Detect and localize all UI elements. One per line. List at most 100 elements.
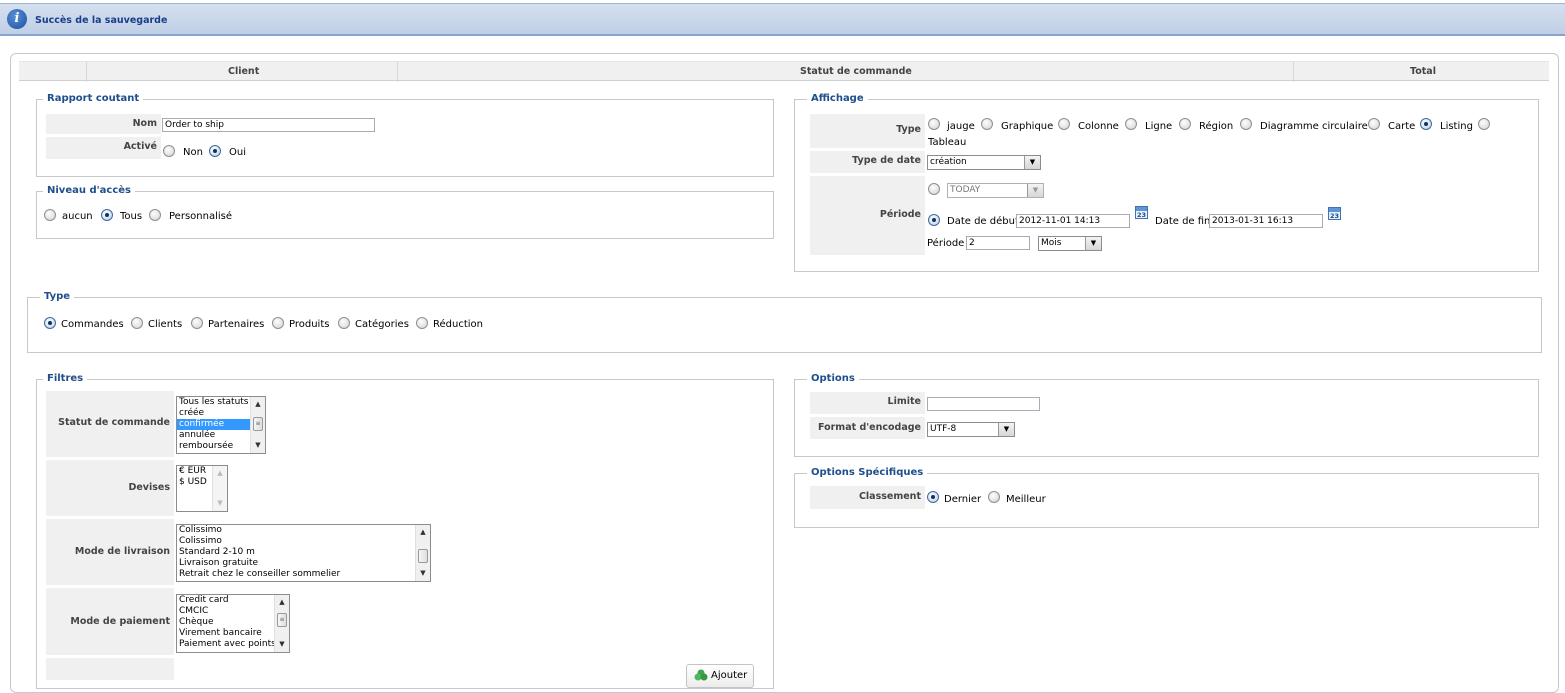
active-oui-radio[interactable] bbox=[209, 145, 221, 157]
banner-message: Succès de la sauvegarde bbox=[35, 15, 168, 26]
type-commandes-label: Commandes bbox=[61, 319, 124, 330]
paiement-option[interactable]: Paiement avec points bbox=[177, 639, 289, 650]
paiement-option[interactable]: CMCIC bbox=[177, 606, 289, 617]
today-value: TODAY bbox=[950, 185, 981, 195]
scroll-thumb[interactable] bbox=[418, 549, 428, 563]
scroll-down-icon[interactable]: ▼ bbox=[275, 639, 289, 650]
column-client[interactable]: Client bbox=[228, 66, 259, 77]
scroll-up-icon[interactable]: ▲ bbox=[275, 597, 289, 608]
chevron-down-icon: ▼ bbox=[1085, 237, 1101, 250]
paiement-listbox[interactable]: Credit card CMCIC Chèque Virement bancai… bbox=[176, 594, 290, 653]
livraison-option[interactable]: Retrait chez le conseiller sommelier bbox=[177, 569, 430, 580]
periode-today-radio[interactable] bbox=[928, 183, 940, 195]
nom-label: Nom bbox=[46, 114, 161, 135]
type-categories-label: Catégories bbox=[355, 319, 409, 330]
statut-listbox[interactable]: Tous les statuts créée confirmée annulée… bbox=[176, 396, 266, 454]
statut-option-selected[interactable]: confirmée bbox=[177, 419, 250, 430]
type-colonne-label: Colonne bbox=[1078, 121, 1119, 132]
paiement-scrollbar[interactable]: ▲ ≡ ▼ bbox=[274, 595, 289, 652]
calendar-icon[interactable]: 23 bbox=[1135, 206, 1148, 219]
scroll-down-icon[interactable]: ▼ bbox=[416, 568, 430, 579]
type-tableau-radio[interactable] bbox=[1478, 118, 1490, 130]
type-clients-radio[interactable] bbox=[131, 317, 143, 329]
today-select[interactable]: TODAY ▼ bbox=[947, 183, 1044, 198]
legend-affichage: Affichage bbox=[807, 93, 868, 105]
encodage-select[interactable]: UTF-8 ▼ bbox=[927, 422, 1015, 437]
acces-personnalise-radio[interactable] bbox=[149, 209, 161, 221]
legend-options: Options bbox=[807, 373, 859, 385]
type-region-radio[interactable] bbox=[1179, 118, 1191, 130]
type-graphique-label: Graphique bbox=[1001, 121, 1054, 132]
periode-label: Période bbox=[810, 176, 925, 256]
type-graphique-radio[interactable] bbox=[981, 118, 993, 130]
calendar-icon[interactable]: 23 bbox=[1328, 207, 1341, 220]
scroll-down-icon[interactable]: ▼ bbox=[251, 440, 265, 451]
scroll-up-icon[interactable]: ▲ bbox=[213, 468, 227, 479]
nom-input[interactable]: Order to ship bbox=[162, 118, 375, 132]
livraison-option[interactable]: Colissimo bbox=[177, 525, 430, 536]
type-partenaires-radio[interactable] bbox=[191, 317, 203, 329]
paiement-option[interactable]: Chèque bbox=[177, 617, 289, 628]
classement-dernier-label: Dernier bbox=[944, 494, 982, 505]
type-date-value: création bbox=[930, 157, 967, 167]
periode-dates-radio[interactable] bbox=[928, 214, 940, 226]
column-separator bbox=[86, 62, 87, 82]
type-diagramme-radio[interactable] bbox=[1240, 118, 1252, 130]
type-date-select[interactable]: création ▼ bbox=[927, 155, 1041, 170]
acces-tous-radio[interactable] bbox=[101, 209, 113, 221]
acces-aucun-label: aucun bbox=[62, 211, 93, 222]
type-reduction-radio[interactable] bbox=[416, 317, 428, 329]
livraison-option[interactable]: Colissimo bbox=[177, 536, 430, 547]
info-icon: i bbox=[7, 9, 27, 29]
scroll-thumb[interactable]: ≡ bbox=[277, 613, 287, 627]
success-banner: i Succès de la sauvegarde bbox=[0, 3, 1565, 36]
scroll-thumb[interactable]: ≡ bbox=[253, 417, 263, 431]
type-produits-label: Produits bbox=[289, 319, 330, 330]
date-fin-label: Date de fin bbox=[1155, 216, 1211, 227]
limite-input[interactable] bbox=[927, 397, 1040, 411]
type-ligne-radio[interactable] bbox=[1125, 118, 1137, 130]
type-commandes-radio[interactable] bbox=[44, 317, 56, 329]
scroll-up-icon[interactable]: ▲ bbox=[416, 527, 430, 538]
chevron-down-icon: ▼ bbox=[1024, 156, 1040, 169]
legend-type: Type bbox=[40, 291, 75, 303]
scroll-up-icon[interactable]: ▲ bbox=[251, 399, 265, 410]
classement-dernier-radio[interactable] bbox=[927, 491, 939, 503]
livraison-option[interactable]: Standard 2-10 m bbox=[177, 547, 430, 558]
paiement-label: Mode de paiement bbox=[46, 588, 174, 656]
column-total[interactable]: Total bbox=[1410, 66, 1436, 77]
livraison-scrollbar[interactable]: ▲ ▼ bbox=[415, 525, 430, 581]
statut-scrollbar[interactable]: ▲ ≡ ▼ bbox=[250, 397, 265, 453]
type-jauge-radio[interactable] bbox=[928, 118, 940, 130]
legend-options-specifiques: Options Spécifiques bbox=[807, 467, 928, 479]
type-clients-label: Clients bbox=[148, 319, 183, 330]
fieldset-acces: Niveau d'accès bbox=[36, 185, 774, 239]
livraison-label: Mode de livraison bbox=[46, 519, 174, 586]
periode-unit-select[interactable]: Mois ▼ bbox=[1038, 236, 1102, 251]
type-carte-radio[interactable] bbox=[1368, 118, 1380, 130]
add-button[interactable]: Ajouter bbox=[686, 664, 754, 688]
devises-scrollbar[interactable]: ▲ ▼ bbox=[212, 466, 227, 511]
periode-input[interactable]: 2 bbox=[966, 236, 1030, 250]
date-fin-input[interactable]: 2013-01-31 16:13 bbox=[1209, 214, 1323, 228]
classement-meilleur-radio[interactable] bbox=[988, 491, 1000, 503]
type-produits-radio[interactable] bbox=[272, 317, 284, 329]
active-non-radio[interactable] bbox=[163, 145, 175, 157]
devises-label: Devises bbox=[46, 460, 174, 517]
type-categories-radio[interactable] bbox=[338, 317, 350, 329]
paiement-option[interactable]: Credit card bbox=[177, 595, 289, 606]
date-debut-input[interactable]: 2012-11-01 14:13 bbox=[1016, 214, 1130, 228]
acces-aucun-radio[interactable] bbox=[44, 209, 56, 221]
scroll-down-icon[interactable]: ▼ bbox=[213, 498, 227, 509]
livraison-option[interactable]: Livraison gratuite bbox=[177, 558, 430, 569]
paiement-option[interactable]: Virement bancaire bbox=[177, 628, 289, 639]
type-colonne-radio[interactable] bbox=[1058, 118, 1070, 130]
column-statut[interactable]: Statut de commande bbox=[800, 66, 912, 77]
type-tableau-label: Tableau bbox=[928, 137, 967, 148]
devises-listbox[interactable]: € EUR $ USD ▲ ▼ bbox=[176, 465, 228, 512]
livraison-listbox[interactable]: Colissimo Colissimo Standard 2-10 m Livr… bbox=[176, 524, 431, 582]
legend-filtres: Filtres bbox=[43, 373, 88, 385]
classement-meilleur-label: Meilleur bbox=[1006, 494, 1046, 505]
type-listing-radio[interactable] bbox=[1420, 118, 1432, 130]
affichage-type-label: Type bbox=[810, 114, 925, 149]
